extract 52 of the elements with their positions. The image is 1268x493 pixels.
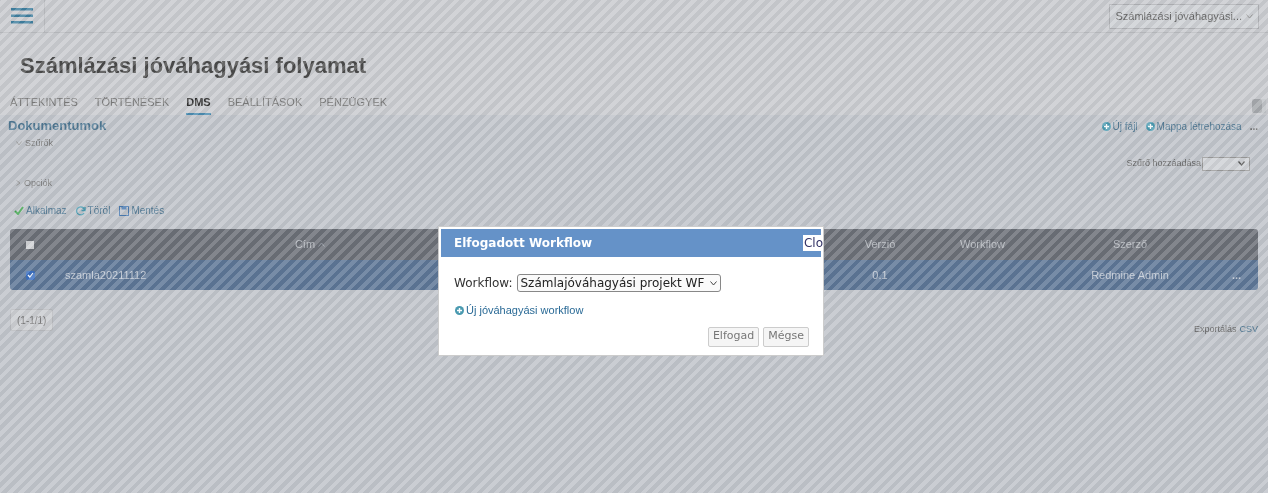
caret-icon [1238,161,1245,166]
table-cell-text: 0.1 [872,267,888,283]
caret-icon [710,280,718,286]
close-button[interactable]: Clo [802,235,823,251]
more-menu[interactable]: ... [1249,118,1258,134]
collapse-toggle[interactable]: Opciók [16,176,1258,190]
tab[interactable]: BEÁLLÍTÁSOK [227,93,303,115]
save-link[interactable]: Mentés [119,203,165,218]
column-header[interactable]: Verzió [864,236,896,253]
refresh-icon [75,205,86,216]
apply-link[interactable]: Alkalmaz [14,203,67,218]
column-header[interactable]: Cím [294,236,326,253]
add-link[interactable]: Új fájl [1101,118,1138,134]
export-label: Exportálás [1193,323,1237,336]
field-label: Workflow: [454,275,513,292]
row-menu[interactable]: ... [1231,266,1242,284]
dialog-button[interactable]: Elfogad [707,326,760,347]
filter-select[interactable] [1202,156,1250,171]
save-icon [119,205,130,216]
sort-icon [318,242,326,247]
dialog-button[interactable]: Mégse [763,326,809,347]
toggle-icon[interactable] [1252,99,1266,113]
clear-link[interactable]: Töröl [75,203,111,218]
tab[interactable]: ÁTTEKINTÉS [10,93,78,115]
checkbox[interactable] [25,270,35,280]
workflow-select[interactable]: Számlajóváhagyási projekt WF [516,274,722,292]
checkbox[interactable] [26,240,34,249]
page-title: Számlázási jóváhagyási folyamat [20,52,368,80]
dialog-title: Elfogadott Workflow [454,235,593,252]
filter-label: Szűrő hozzáadása [1126,156,1201,170]
column-header[interactable]: Workflow [960,236,1005,253]
plus-icon [1101,121,1111,131]
column-header[interactable]: Szerző [1112,236,1148,253]
section-heading: Dokumentumok [8,117,107,136]
plus-icon [1145,121,1155,131]
tab[interactable]: TÖRTÉNÉSEK [94,93,170,115]
table-cell-text: Redmine Admin [1091,267,1169,283]
project-select[interactable]: Számlázási jóváhagyási... [1109,3,1259,29]
tab[interactable]: PÉNZÜGYEK [319,93,388,115]
collapse-toggle[interactable]: Szűrők [16,137,1258,151]
checkmark-icon [26,272,34,278]
chevron-down-icon [16,141,22,147]
plus-icon [455,305,464,315]
new-workflow-link[interactable]: Új jóváhagyási workflow [455,302,584,319]
checkmark-icon [14,206,24,215]
chevron-right-icon [16,180,21,187]
table-cell: szamla20211112 [65,268,147,281]
menu-icon[interactable] [11,8,33,24]
csv-link[interactable]: CSV [1239,323,1258,337]
caret-icon [1246,13,1253,19]
pagination: (1-1/1) [10,309,54,331]
add-link[interactable]: Mappa létrehozása [1145,118,1242,134]
